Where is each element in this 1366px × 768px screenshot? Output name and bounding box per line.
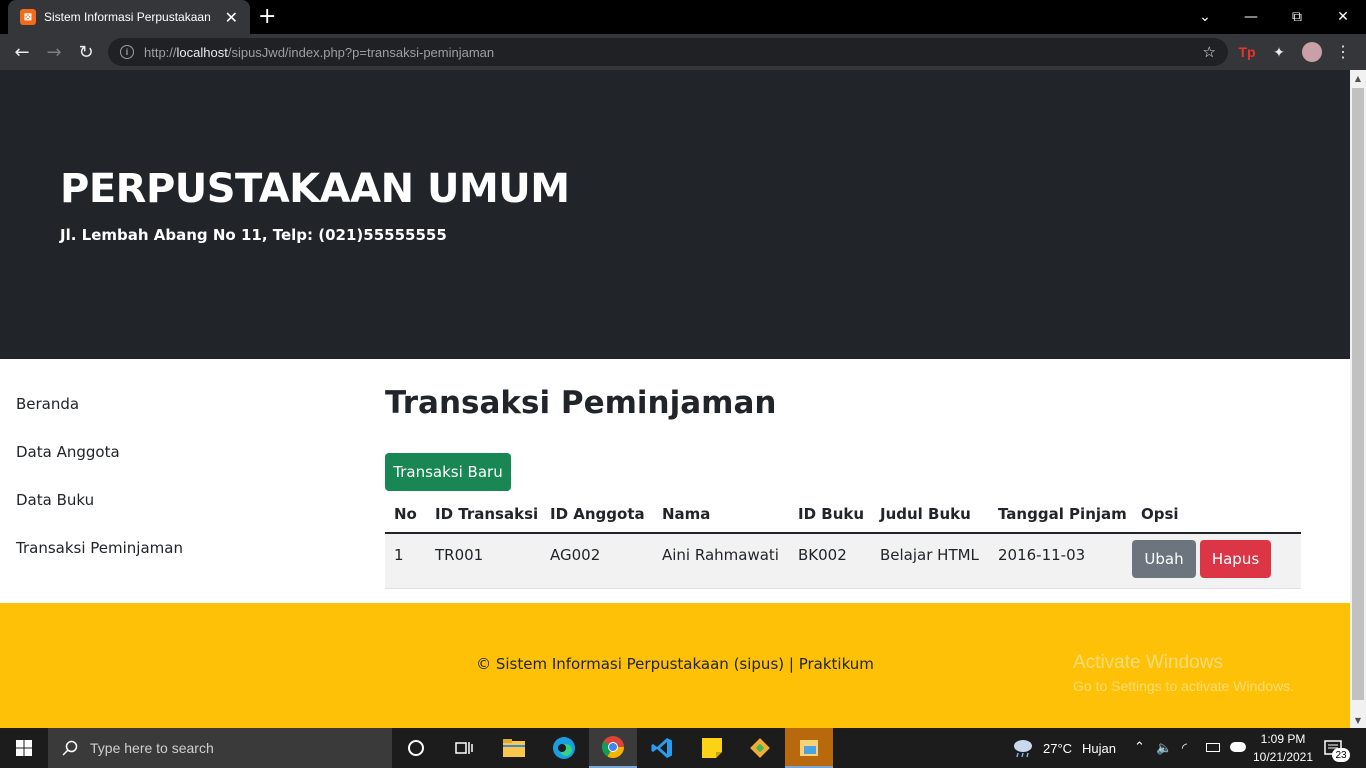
table-row: 1 TR001 AG002 Aini Rahmawati BK002 Belaj… [385, 533, 1301, 589]
cell-id-transaksi: TR001 [426, 533, 541, 589]
scroll-down-arrow-icon[interactable]: ▼ [1350, 712, 1366, 728]
cell-judul-buku: Belajar HTML [871, 533, 989, 589]
page-scrollbar[interactable]: ▲ ▼ [1350, 70, 1366, 728]
cell-no: 1 [385, 533, 426, 589]
chrome-browser-icon[interactable] [589, 728, 637, 768]
column-header-no: No [385, 495, 426, 534]
url-path: /sipusJwd/index.php?p=transaksi-peminjam… [227, 44, 495, 60]
profile-avatar[interactable] [1302, 42, 1322, 62]
onedrive-cloud-icon[interactable] [1230, 742, 1246, 752]
wifi-icon[interactable]: ◜ [1182, 740, 1187, 756]
weather-temperature[interactable]: 27°C [1043, 741, 1072, 756]
cortana-icon[interactable] [392, 728, 440, 768]
git-tool-icon[interactable] [736, 728, 784, 768]
activate-windows-subtitle: Go to Settings to activate Windows. [1073, 678, 1294, 694]
cell-nama: Aini Rahmawati [653, 533, 789, 589]
browser-toolbar: ← → ↻ i http://localhost/sipusJwd/index.… [0, 34, 1366, 70]
url-prefix: http:// [144, 44, 177, 60]
column-header-judul-buku: Judul Buku [871, 495, 989, 534]
address-bar[interactable]: i http://localhost/sipusJwd/index.php?p=… [108, 38, 1228, 66]
vscode-icon[interactable] [638, 728, 686, 768]
tray-chevron-up-icon[interactable]: ⌃ [1134, 739, 1145, 755]
taskbar-search-box[interactable]: Type here to search [48, 728, 392, 768]
windows-taskbar: Type here to search 27°C Hujan ⌃ 🔈 ◜ 1:0… [0, 728, 1366, 768]
new-transaction-button[interactable]: Transaksi Baru [385, 453, 511, 491]
forward-button[interactable]: → [42, 40, 66, 64]
tab-search-chevron-icon[interactable]: ⌄ [1182, 0, 1228, 34]
new-tab-button[interactable]: + [258, 4, 276, 29]
xampp-app-icon[interactable] [785, 728, 833, 768]
edit-button[interactable]: Ubah [1132, 540, 1196, 578]
column-header-tanggal-pinjam: Tanggal Pinjam [989, 495, 1132, 534]
extensions-puzzle-icon[interactable]: ✦ [1270, 43, 1288, 61]
site-title: PERPUSTAKAAN UMUM [60, 166, 570, 212]
notification-count-badge: 23 [1332, 748, 1350, 762]
scroll-thumb[interactable] [1352, 88, 1364, 700]
clock-time[interactable]: 1:09 PM [1254, 732, 1312, 746]
file-explorer-icon[interactable] [490, 728, 538, 768]
activate-windows-title: Activate Windows [1073, 652, 1223, 673]
column-header-nama: Nama [653, 495, 789, 534]
cell-id-anggota: AG002 [541, 533, 653, 589]
weather-icon[interactable] [1012, 738, 1034, 762]
sidebar-item-transaksi-peminjaman[interactable]: Transaksi Peminjaman [16, 539, 183, 557]
column-header-id-buku: ID Buku [789, 495, 871, 534]
page-viewport: PERPUSTAKAAN UMUM Jl. Lembah Abang No 11… [0, 70, 1350, 728]
tab-close-icon[interactable]: ✕ [225, 8, 238, 27]
browser-tab-active[interactable]: ⊠ Sistem Informasi Perpustakaan ✕ [8, 0, 250, 34]
volume-icon[interactable]: 🔈 [1156, 740, 1172, 756]
reload-button[interactable]: ↻ [74, 40, 98, 64]
restore-button[interactable]: ⧉ [1274, 0, 1320, 34]
weather-condition[interactable]: Hujan [1082, 741, 1116, 756]
windows-logo-icon [16, 740, 32, 756]
sidebar-item-data-anggota[interactable]: Data Anggota [16, 443, 120, 461]
site-info-icon[interactable]: i [120, 45, 134, 59]
sidebar-item-beranda[interactable]: Beranda [16, 395, 79, 413]
browser-tab-bar: ⊠ Sistem Informasi Perpustakaan ✕ + ⌄ — … [0, 0, 1366, 34]
search-icon [62, 740, 78, 756]
delete-button[interactable]: Hapus [1200, 540, 1271, 578]
close-window-button[interactable]: ✕ [1320, 0, 1366, 34]
minimize-button[interactable]: — [1228, 0, 1274, 34]
column-header-id-anggota: ID Anggota [541, 495, 653, 534]
xampp-favicon-icon: ⊠ [20, 9, 36, 25]
clock-date[interactable]: 10/21/2021 [1252, 750, 1314, 764]
battery-icon[interactable] [1206, 743, 1220, 752]
url-host: localhost [176, 44, 228, 60]
back-button[interactable]: ← [10, 40, 34, 64]
url-text[interactable]: http://localhost/sipusJwd/index.php?p=tr… [144, 45, 494, 60]
site-footer: © Sistem Informasi Perpustakaan (sipus) … [0, 603, 1350, 728]
browser-menu-icon[interactable]: ⋮ [1334, 43, 1352, 61]
cell-tanggal-pinjam: 2016-11-03 [989, 533, 1132, 589]
cell-opsi: Ubah Hapus [1132, 533, 1301, 589]
task-view-icon[interactable] [440, 728, 488, 768]
column-header-opsi: Opsi [1132, 495, 1301, 534]
tab-title: Sistem Informasi Perpustakaan [44, 10, 211, 24]
start-button[interactable] [0, 728, 48, 768]
column-header-id-transaksi: ID Transaksi [426, 495, 541, 534]
sticky-notes-icon[interactable] [688, 728, 736, 768]
page-title: Transaksi Peminjaman [385, 385, 777, 421]
table-header-row: No ID Transaksi ID Anggota Nama ID Buku … [385, 495, 1301, 534]
site-header: PERPUSTAKAAN UMUM Jl. Lembah Abang No 11… [0, 70, 1350, 359]
tp-extension-icon[interactable]: Tp [1238, 43, 1256, 61]
sidebar-item-data-buku[interactable]: Data Buku [16, 491, 94, 509]
site-address: Jl. Lembah Abang No 11, Telp: (021)55555… [60, 226, 447, 244]
cell-id-buku: BK002 [789, 533, 871, 589]
bookmark-star-icon[interactable]: ☆ [1203, 43, 1216, 61]
edge-browser-icon[interactable] [540, 728, 588, 768]
search-placeholder: Type here to search [90, 740, 214, 756]
transactions-table: No ID Transaksi ID Anggota Nama ID Buku … [385, 495, 1301, 589]
scroll-up-arrow-icon[interactable]: ▲ [1350, 70, 1366, 86]
